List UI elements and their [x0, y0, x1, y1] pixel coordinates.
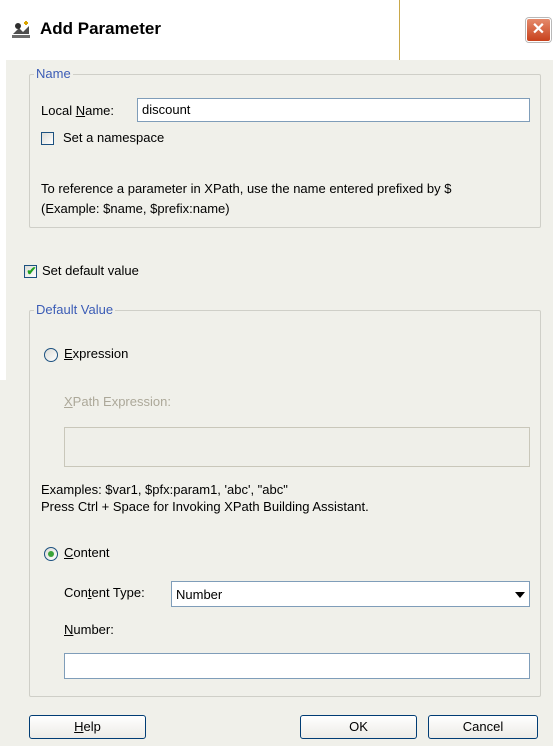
- ok-button[interactable]: OK: [300, 715, 417, 739]
- expression-radio[interactable]: [44, 348, 58, 362]
- namespace-checkbox-label: Set a namespace: [63, 130, 165, 145]
- content-radio-label: Content: [64, 545, 110, 560]
- add-parameter-dialog: Add Parameter ✕ Name Local Name: discoun…: [0, 0, 553, 746]
- xpath-expression-input[interactable]: [64, 427, 530, 467]
- namespace-hint-line1: To reference a parameter in XPath, use t…: [41, 181, 452, 196]
- set-default-checkbox[interactable]: ✔: [24, 264, 37, 278]
- title-bar[interactable]: Add Parameter ✕: [0, 0, 553, 60]
- radio-selected-dot: [48, 551, 54, 557]
- namespace-checkbox[interactable]: [41, 132, 54, 145]
- chevron-down-icon[interactable]: [515, 592, 525, 598]
- divider: [399, 0, 400, 60]
- content-type-label: Content Type:: [64, 585, 145, 600]
- help-button[interactable]: Help: [29, 715, 146, 739]
- expression-radio-label: Expression: [64, 346, 129, 361]
- content-type-value: Number: [176, 587, 223, 602]
- dialog-title: Add Parameter: [40, 19, 161, 38]
- local-name-label: Local Name:: [41, 103, 114, 118]
- close-icon[interactable]: ✕: [526, 18, 551, 42]
- number-label: Number:: [64, 622, 114, 637]
- examples-line1: Examples: $var1, $pfx:param1, 'abc', "ab…: [41, 482, 288, 497]
- name-group-legend: Name: [34, 66, 73, 81]
- content-type-select[interactable]: Number: [171, 581, 530, 607]
- checkmark-icon: ✔: [26, 264, 37, 278]
- default-value-legend: Default Value: [34, 302, 116, 317]
- namespace-hint-line2: (Example: $name, $prefix:name): [41, 201, 230, 216]
- examples-line2: Press Ctrl + Space for Invoking XPath Bu…: [41, 499, 369, 514]
- set-default-checkbox-label: Set default value: [42, 263, 139, 278]
- cancel-button[interactable]: Cancel: [428, 715, 538, 739]
- number-input[interactable]: [64, 653, 530, 679]
- add-parameter-icon: [12, 21, 30, 38]
- local-name-input[interactable]: discount: [137, 98, 530, 122]
- xpath-expression-label: XPath Expression:: [64, 394, 171, 409]
- divider: [0, 60, 6, 380]
- content-radio[interactable]: [44, 547, 58, 561]
